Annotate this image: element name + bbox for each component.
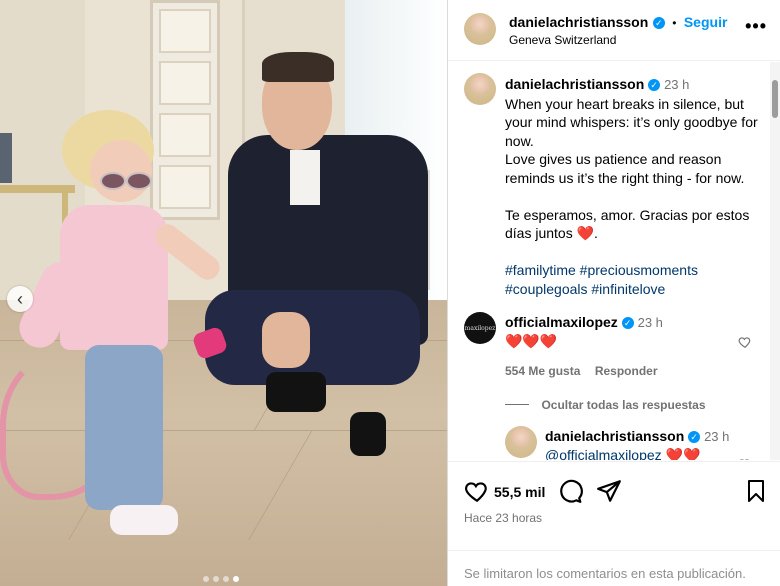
comments-section[interactable]: danielachristiansson ✓ 23 h When your he… [448,62,780,460]
bookmark-save-icon[interactable] [744,478,768,504]
caption-line-2: Love gives us patience and reason remind… [505,151,745,186]
comment-like-heart-icon[interactable] [738,335,752,349]
commenter-avatar[interactable]: maxilopez [464,312,496,344]
like-heart-icon[interactable] [464,478,490,504]
man-hair [262,52,334,82]
child-sunglasses [96,172,158,190]
door-pane [159,9,211,53]
caption-username[interactable]: danielachristiansson [505,76,644,92]
verified-badge-icon: ✓ [652,16,665,29]
hashtags-line-1[interactable]: #familytime #preciousmoments [505,262,698,278]
hide-replies-button[interactable]: Ocultar todas las respuestas [541,398,705,412]
door-window [150,0,220,220]
child-shoes [110,505,178,535]
child-shirt [60,205,168,350]
separator-dot: • [672,16,677,30]
more-options-icon[interactable]: ••• [745,16,767,37]
reply-hearts: ❤️❤️ [665,447,701,460]
comment-header: officialmaxilopez ✓ 23 h [505,314,663,330]
comment-text: ❤️❤️❤️ [505,333,558,349]
door-pane [159,165,211,209]
verified-badge-icon: ✓ [648,79,661,92]
comments-scrollbar[interactable] [770,62,780,460]
comment-likes[interactable]: 554 Me gusta [505,364,580,378]
post-time-ago[interactable]: Hace 23 horas [464,511,542,525]
verified-badge-icon: ✓ [688,431,701,444]
man-trousers [205,290,420,385]
share-send-icon[interactable] [596,478,622,504]
comments-limited-notice: Se limitaron los comentarios en esta pub… [448,550,780,586]
post-location[interactable]: Geneva Switzerland [509,33,616,47]
carousel-dot[interactable] [203,576,209,582]
child-face [90,140,152,202]
reply-like-heart-icon[interactable] [738,457,752,460]
chevron-left-icon: ‹ [17,288,23,309]
hashtags-line-2[interactable]: #couplegoals #infinitelove [505,281,665,297]
caption: danielachristiansson ✓ 23 h When your he… [505,76,758,297]
reply-header: danielachristiansson ✓ 23 h [545,428,729,444]
likes-count[interactable]: 55,5 mil [494,484,545,500]
caption-line-1: When your heart breaks in silence, but y… [505,95,758,149]
carousel-prev-button[interactable]: ‹ [7,286,33,312]
man-shirt-collar [290,150,320,205]
carousel-dot[interactable] [223,576,229,582]
post-header: danielachristiansson ✓ • Seguir Geneva S… [448,0,780,61]
carousel-dot[interactable] [233,576,239,582]
reply-button[interactable]: Responder [595,364,658,378]
comment-meta: 554 Me gusta Responder [505,362,658,380]
reply-text: @officialmaxilopez ❤️❤️ [545,447,700,460]
post-photo[interactable]: ‹ [0,0,447,586]
man-hands [262,312,310,368]
reply-mention[interactable]: @officialmaxilopez [545,447,662,460]
comment-username[interactable]: officialmaxilopez [505,314,618,330]
caption-line-4: Te esperamos, amor. Gracias por estos dí… [505,206,750,242]
door-pane [159,113,211,157]
divider-line [505,404,529,406]
author-username[interactable]: danielachristiansson [509,14,648,30]
comment-bubble-icon[interactable] [557,478,583,504]
reply-username[interactable]: danielachristiansson [545,428,684,444]
reply-time: 23 h [704,429,730,444]
author-avatar[interactable] [464,13,496,45]
scrollbar-thumb[interactable] [772,80,778,118]
follow-button[interactable]: Seguir [684,14,728,30]
verified-badge-icon: ✓ [621,317,634,330]
man-shoe [350,412,386,456]
comment-time: 23 h [637,315,663,330]
author-line: danielachristiansson ✓ • Seguir [509,14,727,32]
door-pane [159,61,211,105]
child-jeans [85,345,163,510]
carousel-dots [203,576,239,582]
post-side-panel: danielachristiansson ✓ • Seguir Geneva S… [447,0,780,586]
hide-replies-row[interactable]: Ocultar todas las respuestas [505,396,706,414]
reply-author-avatar[interactable] [505,426,537,458]
action-bar: 55,5 mil Hace 23 horas Se limitaron los … [448,461,780,586]
commenter-avatar-logo: maxilopez [464,324,496,332]
picture-frame [0,133,12,183]
man-shoe [266,372,326,412]
caption-time: 23 h [664,77,690,92]
caption-author-avatar[interactable] [464,73,496,105]
heart-emoji: ❤️ [576,225,595,241]
carousel-dot[interactable] [213,576,219,582]
